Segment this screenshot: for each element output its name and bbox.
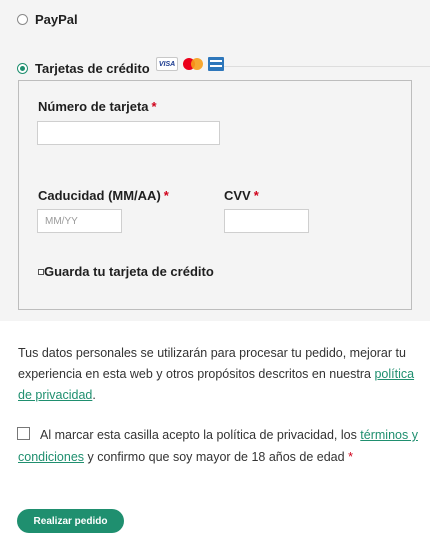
- terms-text: Al marcar esta casilla acepto la polític…: [18, 428, 418, 464]
- divider: [224, 66, 430, 67]
- credit-card-label[interactable]: Tarjetas de crédito: [35, 61, 150, 76]
- required-mark: *: [253, 188, 259, 203]
- privacy-notice: Tus datos personales se utilizarán para …: [18, 346, 415, 402]
- save-card-label[interactable]: Guarda tu tarjeta de crédito: [44, 264, 214, 279]
- paypal-label[interactable]: PayPal: [35, 12, 78, 27]
- cvv-input[interactable]: [224, 209, 309, 233]
- mastercard-icon: [182, 57, 204, 71]
- card-number-input[interactable]: [37, 121, 220, 145]
- required-mark: *: [348, 450, 353, 464]
- cvv-label: CVV *: [224, 188, 259, 203]
- expiry-label: Caducidad (MM/AA) *: [38, 188, 169, 203]
- credit-card-radio[interactable]: [17, 63, 28, 74]
- visa-icon: VISA: [156, 57, 178, 71]
- expiry-input[interactable]: MM/YY: [37, 209, 122, 233]
- paypal-radio[interactable]: [17, 14, 28, 25]
- place-order-button[interactable]: Realizar pedido: [17, 509, 124, 533]
- required-mark: *: [163, 188, 169, 203]
- save-card-row[interactable]: Guarda tu tarjeta de crédito: [38, 264, 214, 279]
- amex-icon: [208, 57, 224, 71]
- card-number-label: Número de tarjeta *: [38, 99, 157, 114]
- card-logos: VISA: [156, 57, 224, 71]
- required-mark: *: [151, 99, 157, 114]
